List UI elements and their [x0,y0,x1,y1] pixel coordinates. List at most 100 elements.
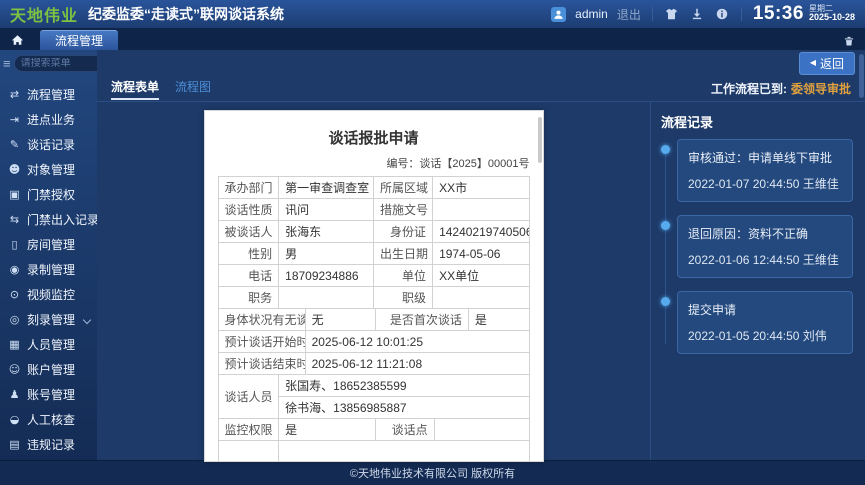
info-icon[interactable] [714,6,730,22]
download-icon[interactable] [689,6,705,22]
approval-form-sheet: 谈话报批申请 编号：谈话【2025】00001号 承办部门 第一审查调查室 所属… [204,110,544,462]
sidebar-item-manual-check[interactable]: ◒ 人工核查 [0,407,97,432]
table-row: 预计谈话开始时间 2025-06-12 10:01:25 [218,331,529,353]
sidebar-item-entry-business[interactable]: ⇥ 进点业务 [0,107,97,132]
risk-label: 身体状况有无谈话风险 [218,309,305,331]
tab-label: 流程管理 [55,32,103,49]
entry-time: 2022-01-07 20:44:50 [688,177,799,191]
process-log-title: 流程记录 [661,112,853,131]
table-row: 电话 18709234886 单位 XX单位 [218,265,529,287]
clock: 15:36 星期二 2025-10-28 [753,3,855,25]
form-table-monitor: 监控权限 是 谈话点 [218,418,530,441]
chevron-down-icon [83,315,91,323]
trash-icon[interactable] [843,35,855,47]
surveillance-camera-icon: ⊙ [8,288,21,301]
username: admin [575,7,608,21]
person-icon: ♟ [8,388,21,401]
timeline-dot-icon [661,145,670,154]
end-time-label: 预计谈话结束时间 [218,353,305,375]
start-time-value: 2025-06-12 10:01:25 [305,331,529,353]
form-title: 谈话报批申请 [218,127,530,148]
sidebar-item-recording-management[interactable]: ◉ 录制管理 [0,257,97,282]
gender-label: 性别 [218,243,279,265]
duty-value [279,287,374,309]
tab-process-form[interactable]: 流程表单 [111,78,159,100]
process-log-card: 提交申请 2022-01-05 20:44:50 刘伟 [677,291,853,354]
id-label: 身份证 [373,221,432,243]
back-arrow-icon: ◀ [810,59,816,67]
entry-meta: 2022-01-05 20:44:50 刘伟 [688,327,842,344]
header-divider [741,7,742,21]
end-time-value: 2025-06-12 11:21:08 [305,353,529,375]
staff-label: 谈话人员 [218,375,279,419]
entry-text: 审核通过：申请单线下审批 [688,149,842,166]
sidebar-item-process-management[interactable]: ⇄ 流程管理 [0,82,97,107]
home-icon[interactable] [6,30,28,50]
copyright-text: ©天地伟业技术有限公司 版权所有 [350,465,515,481]
sidebar-item-access-in-out-records[interactable]: ⇆ 门禁出入记录 [0,207,97,232]
entry-text: 提交申请 [688,301,842,318]
process-log-entry: 退回原因：资料不正确 2022-01-06 12:44:50 王维佳 [677,215,853,278]
person-label: 被谈话人 [218,221,279,243]
doc-label: 措施文号 [373,199,432,221]
form-table-empty-row [218,440,530,462]
brand-logo: 天地伟业 [10,2,78,26]
header-divider [652,7,653,21]
tab-process-diagram[interactable]: 流程图 [175,78,211,100]
risk-value: 无 [305,309,375,331]
id-value: 142402197405065122 [433,221,529,243]
sidebar-item-violation-records[interactable]: ▤ 违规记录 [0,432,97,457]
monitor-value: 是 [279,419,375,441]
unit-label: 单位 [373,265,432,287]
header-right: admin 退出 15:36 星期二 2025-10-28 [551,3,855,25]
sidebar-item-access-authorization[interactable]: ▣ 门禁授权 [0,182,97,207]
table-row: 预计谈话结束时间 2025-06-12 11:21:08 [218,353,529,375]
back-label: 返回 [820,55,844,72]
birth-label: 出生日期 [373,243,432,265]
sidebar-item-talk-records[interactable]: ✎ 谈话记录 [0,132,97,157]
process-log-entry: 审核通过：申请单线下审批 2022-01-07 20:44:50 王维佳 [677,139,853,202]
body-row: ≡ ⇄ 流程管理 ⇥ 进点业务 ✎ [0,50,865,460]
sidebar: ≡ ⇄ 流程管理 ⇥ 进点业务 ✎ [0,50,97,460]
room-icon: ▯ [8,238,21,251]
sidebar-item-account-number-management[interactable]: ♟ 账号管理 [0,382,97,407]
process-flow-icon: ⇄ [8,88,21,101]
form-table-main: 承办部门 第一审查调查室 所属区域 XX市 谈话性质 讯问 措施文号 [218,176,530,309]
sidebar-item-video-surveillance[interactable]: ⊙ 视频监控 [0,282,97,307]
process-log-card: 审核通过：申请单线下审批 2022-01-07 20:44:50 王维佳 [677,139,853,202]
door-key-icon: ▣ [8,188,21,201]
sidebar-item-burning-management[interactable]: ◎ 刻录管理 [0,307,97,332]
unit-value: XX单位 [433,265,529,287]
entry-time: 2022-01-06 12:44:50 [688,253,799,267]
subtab-row: 流程表单 流程图 工作流程已到: 委领导审批 [97,76,865,102]
doc-value [433,199,529,221]
monitor-label: 监控权限 [218,419,279,441]
people-icon: ☻ [8,163,21,176]
first-talk-value: 是 [468,309,529,331]
dept-value: 第一审查调查室 [279,177,374,199]
sidebar-item-personnel-management[interactable]: ▦ 人员管理 [0,332,97,357]
empty-label-cell [218,441,279,463]
gender-value: 男 [279,243,374,265]
birth-value: 1974-05-06 [433,243,529,265]
tab-process-management[interactable]: 流程管理 [40,30,118,50]
entry-user: 刘伟 [803,329,827,343]
logout-link[interactable]: 退出 [617,6,641,23]
page-scrollbar-thumb[interactable] [859,54,864,98]
empty-value-cell [279,441,529,463]
collapse-menu-icon[interactable]: ≡ [3,57,11,70]
sidebar-item-account-management[interactable]: ☺ 账户管理 [0,357,97,382]
disc-icon: ◎ [8,313,21,326]
form-table-times: 预计谈话开始时间 2025-06-12 10:01:25 预计谈话结束时间 20… [218,330,530,375]
table-row: 性别 男 出生日期 1974-05-06 [218,243,529,265]
back-button[interactable]: ◀ 返回 [799,52,855,75]
entry-meta: 2022-01-07 20:44:50 王维佳 [688,175,842,192]
clock-date-block: 星期二 2025-10-28 [809,5,855,24]
theme-skin-icon[interactable] [664,6,680,22]
sidebar-menu: ⇄ 流程管理 ⇥ 进点业务 ✎ 谈话记录 ☻ 对象管理 ▣ 门禁授权 [0,76,97,460]
workflow-status-value: 委领导审批 [791,80,851,97]
sidebar-item-object-management[interactable]: ☻ 对象管理 [0,157,97,182]
user-avatar-icon [551,7,566,22]
sidebar-item-room-management[interactable]: ▯ 房间管理 [0,232,97,257]
form-scrollbar-thumb[interactable] [538,117,542,163]
